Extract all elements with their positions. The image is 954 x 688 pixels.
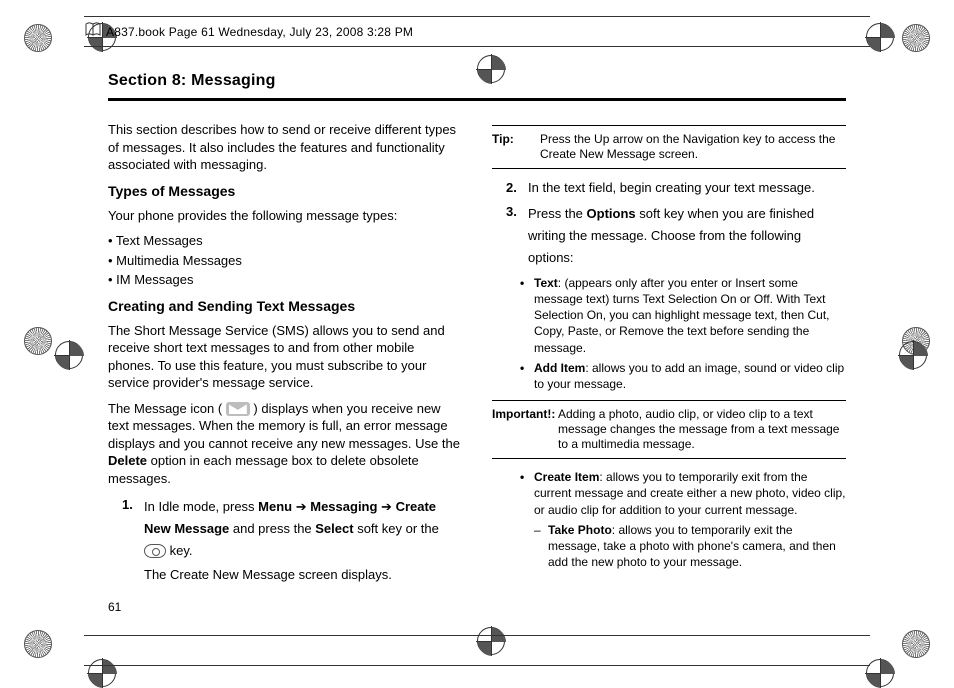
bullet-im-messages: • IM Messages xyxy=(108,271,462,289)
delete-label: Delete xyxy=(108,453,147,468)
registration-mark-icon xyxy=(24,24,52,52)
text-fragment: key. xyxy=(166,543,193,558)
registration-mark-icon xyxy=(24,327,52,355)
bullet-text-messages: • Text Messages xyxy=(108,232,462,250)
step-number: 3. xyxy=(506,203,528,269)
option-text-body: : (appears only after you enter or Inser… xyxy=(534,276,830,355)
arrow-separator: ➔ xyxy=(377,499,395,514)
options-label: Options xyxy=(587,206,636,221)
step-number: 2. xyxy=(506,179,528,197)
option-create-item: • Create Item: allows you to temporarily… xyxy=(520,469,846,518)
step-number: 1. xyxy=(122,496,144,592)
step-1-line2: The Create New Message screen displays. xyxy=(144,566,462,584)
text-fragment: In Idle mode, press xyxy=(144,499,258,514)
registration-mark-icon xyxy=(902,24,930,52)
text-fragment: soft key or the xyxy=(354,521,439,536)
footer-rule xyxy=(84,635,870,636)
step-2: 2. In the text field, begin creating you… xyxy=(506,179,846,197)
ok-key-icon xyxy=(144,544,166,558)
text-fragment: and press the xyxy=(229,521,315,536)
option-create-item-label: Create Item xyxy=(534,470,599,484)
heading-creating: Creating and Sending Text Messages xyxy=(108,297,462,316)
page-number: 61 xyxy=(108,600,121,614)
important-label: Important!: xyxy=(492,407,558,452)
arrow-separator: ➔ xyxy=(292,499,310,514)
step-1-line1: In Idle mode, press Menu ➔ Messaging ➔ C… xyxy=(144,496,462,562)
message-icon xyxy=(226,402,250,416)
page-content: Section 8: Messaging This section descri… xyxy=(108,72,846,610)
sub-option-take-photo: – Take Photo: allows you to temporarily … xyxy=(534,522,846,571)
option-add-item-label: Add Item xyxy=(534,361,585,375)
step-2-body: In the text field, begin creating your t… xyxy=(528,179,846,197)
heading-types: Types of Messages xyxy=(108,182,462,201)
header-rule xyxy=(84,16,870,17)
menu-label: Menu xyxy=(258,499,292,514)
page-header-text: A837.book Page 61 Wednesday, July 23, 20… xyxy=(106,25,413,39)
intro-paragraph: This section describes how to send or re… xyxy=(108,121,462,174)
bullet-icon: • xyxy=(520,469,534,518)
dash-icon: – xyxy=(534,522,548,571)
bullet-multimedia-messages: • Multimedia Messages xyxy=(108,252,462,270)
option-text: • Text: (appears only after you enter or… xyxy=(520,275,846,356)
step-3: 3. Press the Options soft key when you a… xyxy=(506,203,846,269)
registration-mark-icon xyxy=(24,630,52,658)
sms-paragraph: The Short Message Service (SMS) allows y… xyxy=(108,322,462,392)
step-1: 1. In Idle mode, press Menu ➔ Messaging … xyxy=(122,496,462,592)
text-fragment: Press the xyxy=(528,206,587,221)
tip-label: Tip: xyxy=(492,132,540,162)
select-label: Select xyxy=(315,521,353,536)
text-fragment: The Message icon ( xyxy=(108,401,222,416)
option-text-label: Text xyxy=(534,276,558,290)
registration-mark-icon xyxy=(902,630,930,658)
bullet-icon: • xyxy=(520,360,534,392)
footer-rule xyxy=(84,665,870,666)
tip-box: Tip: Press the Up arrow on the Navigatio… xyxy=(492,125,846,169)
option-add-item: • Add Item: allows you to add an image, … xyxy=(520,360,846,392)
take-photo-label: Take Photo xyxy=(548,523,612,537)
important-body: Adding a photo, audio clip, or video cli… xyxy=(558,407,846,452)
important-box: Important!: Adding a photo, audio clip, … xyxy=(492,400,846,459)
bullet-icon: • xyxy=(520,275,534,356)
types-intro: Your phone provides the following messag… xyxy=(108,207,462,225)
text-fragment: option in each message box to delete obs… xyxy=(108,453,419,486)
left-column: This section describes how to send or re… xyxy=(108,117,462,597)
messaging-label: Messaging xyxy=(310,499,377,514)
section-title: Section 8: Messaging xyxy=(108,72,846,101)
header-rule xyxy=(84,46,870,47)
right-column: Tip: Press the Up arrow on the Navigatio… xyxy=(492,117,846,597)
tip-body: Press the Up arrow on the Navigation key… xyxy=(540,132,846,162)
message-icon-paragraph: The Message icon ( ) displays when you r… xyxy=(108,400,462,488)
book-icon xyxy=(85,22,101,38)
